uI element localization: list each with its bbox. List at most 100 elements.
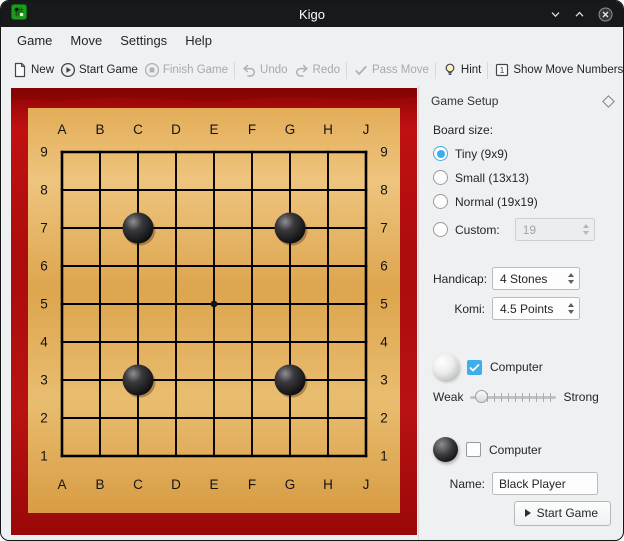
redo-arrow-icon [294, 62, 310, 78]
svg-text:6: 6 [380, 259, 388, 274]
radio-normal-label: Normal (19x19) [455, 195, 538, 209]
svg-text:H: H [323, 122, 333, 137]
show-move-numbers-button[interactable]: 1 Show Move Numbers [491, 58, 624, 82]
stone-black-C3 [123, 365, 154, 396]
start-game-label: Start Game [537, 506, 598, 520]
handicap-label: Handicap: [433, 272, 485, 286]
svg-text:J: J [363, 122, 370, 137]
stone-black-G7 [275, 213, 306, 244]
komi-value: 4.5 Points [500, 302, 563, 316]
chevron-up-icon [574, 9, 585, 20]
svg-text:B: B [95, 477, 104, 492]
handicap-value: 4 Stones [500, 272, 563, 286]
black-computer-label: Computer [489, 443, 542, 457]
svg-text:2: 2 [40, 411, 48, 426]
spin-up-icon[interactable] [568, 273, 574, 277]
radio-small[interactable]: Small (13x13) [433, 170, 613, 185]
svg-text:1: 1 [500, 65, 505, 75]
spin-down-icon [583, 231, 589, 235]
svg-text:J: J [363, 477, 370, 492]
play-arrow-icon [525, 509, 531, 517]
radio-normal[interactable]: Normal (19x19) [433, 194, 613, 209]
stone-black-C7 [123, 213, 154, 244]
menubar: Game Move Settings Help [1, 27, 623, 54]
svg-text:8: 8 [380, 183, 388, 198]
white-stone-icon [433, 354, 459, 380]
hoshi-point [211, 301, 218, 308]
svg-text:G: G [285, 122, 296, 137]
svg-text:4: 4 [380, 335, 388, 350]
maximize-button[interactable] [574, 9, 585, 20]
svg-text:5: 5 [380, 297, 388, 312]
go-board[interactable]: AABBCCDDEEFFGGHHJJ998877665544332211 [11, 88, 417, 535]
white-player-row: Computer [433, 354, 613, 380]
start-game-toolbar-button[interactable]: Start Game [57, 58, 141, 82]
start-row: Start Game [433, 501, 613, 530]
svg-text:D: D [171, 477, 181, 492]
toolbar: New Start Game Finish Game Undo Redo Pas… [1, 54, 623, 86]
svg-text:3: 3 [380, 373, 388, 388]
panel-body: Board size: Tiny (9x9) Small (13x13) Nor… [419, 111, 623, 540]
svg-text:9: 9 [380, 145, 388, 160]
white-computer-checkbox[interactable] [467, 360, 482, 375]
menu-help[interactable]: Help [177, 30, 220, 51]
hint-button[interactable]: Hint [439, 58, 484, 82]
dock-float-icon[interactable] [602, 95, 615, 108]
red-frame-wave [11, 88, 417, 101]
radio-icon [433, 194, 448, 209]
radio-icon [433, 170, 448, 185]
toolbar-separator [234, 62, 235, 79]
chevron-down-icon [550, 9, 561, 20]
black-computer-checkbox[interactable] [466, 442, 481, 457]
document-new-icon [12, 62, 28, 78]
svg-text:4: 4 [40, 335, 48, 350]
spin-down-icon[interactable] [568, 280, 574, 284]
handicap-spinbox[interactable]: 4 Stones [492, 267, 580, 290]
start-game-button[interactable]: Start Game [514, 501, 611, 526]
titlebar: Kigo [1, 1, 623, 27]
spin-down-icon[interactable] [568, 310, 574, 314]
svg-text:C: C [133, 477, 143, 492]
undo-arrow-icon [241, 62, 257, 78]
stop-circle-icon [144, 62, 160, 78]
pass-move-button: Pass Move [350, 58, 432, 82]
svg-text:9: 9 [40, 145, 48, 160]
svg-text:1: 1 [380, 449, 388, 464]
stone-black-G3 [275, 365, 306, 396]
close-button[interactable] [598, 7, 613, 22]
svg-text:G: G [285, 477, 296, 492]
play-circle-icon [60, 62, 76, 78]
radio-tiny[interactable]: Tiny (9x9) [433, 146, 613, 161]
spin-up-icon[interactable] [568, 303, 574, 307]
menu-game[interactable]: Game [9, 30, 60, 51]
menu-settings[interactable]: Settings [112, 30, 175, 51]
black-player-row: Computer [433, 437, 613, 462]
custom-size-spinbox: 19 [515, 218, 595, 241]
undo-button: Undo [238, 58, 291, 82]
new-button[interactable]: New [9, 58, 57, 82]
komi-spinbox[interactable]: 4.5 Points [492, 297, 580, 320]
app-icon [11, 4, 27, 25]
radio-icon [433, 222, 448, 237]
radio-custom[interactable]: Custom: 19 [433, 218, 613, 241]
svg-text:7: 7 [40, 221, 48, 236]
slider-ticks [487, 393, 555, 402]
board-area: AABBCCDDEEFFGGHHJJ998877665544332211 [1, 86, 418, 540]
weak-label: Weak [433, 390, 463, 404]
menu-move[interactable]: Move [62, 30, 110, 51]
radio-icon [433, 146, 448, 161]
game-setup-panel: Game Setup Board size: Tiny (9x9) Small … [418, 86, 623, 540]
strength-slider-row: Weak Strong [433, 389, 613, 405]
svg-text:E: E [209, 122, 218, 137]
white-computer-label: Computer [490, 360, 543, 374]
svg-text:E: E [209, 477, 218, 492]
toolbar-separator [346, 62, 347, 79]
svg-text:5: 5 [40, 297, 48, 312]
svg-text:1: 1 [40, 449, 48, 464]
black-player-name-input[interactable] [492, 472, 598, 495]
window-title: Kigo [299, 7, 325, 22]
strength-slider[interactable] [470, 389, 556, 405]
move-numbers-icon: 1 [494, 62, 510, 78]
kigo-window: Kigo Game Move Settings Help New Start G… [0, 0, 624, 541]
minimize-button[interactable] [550, 9, 561, 20]
